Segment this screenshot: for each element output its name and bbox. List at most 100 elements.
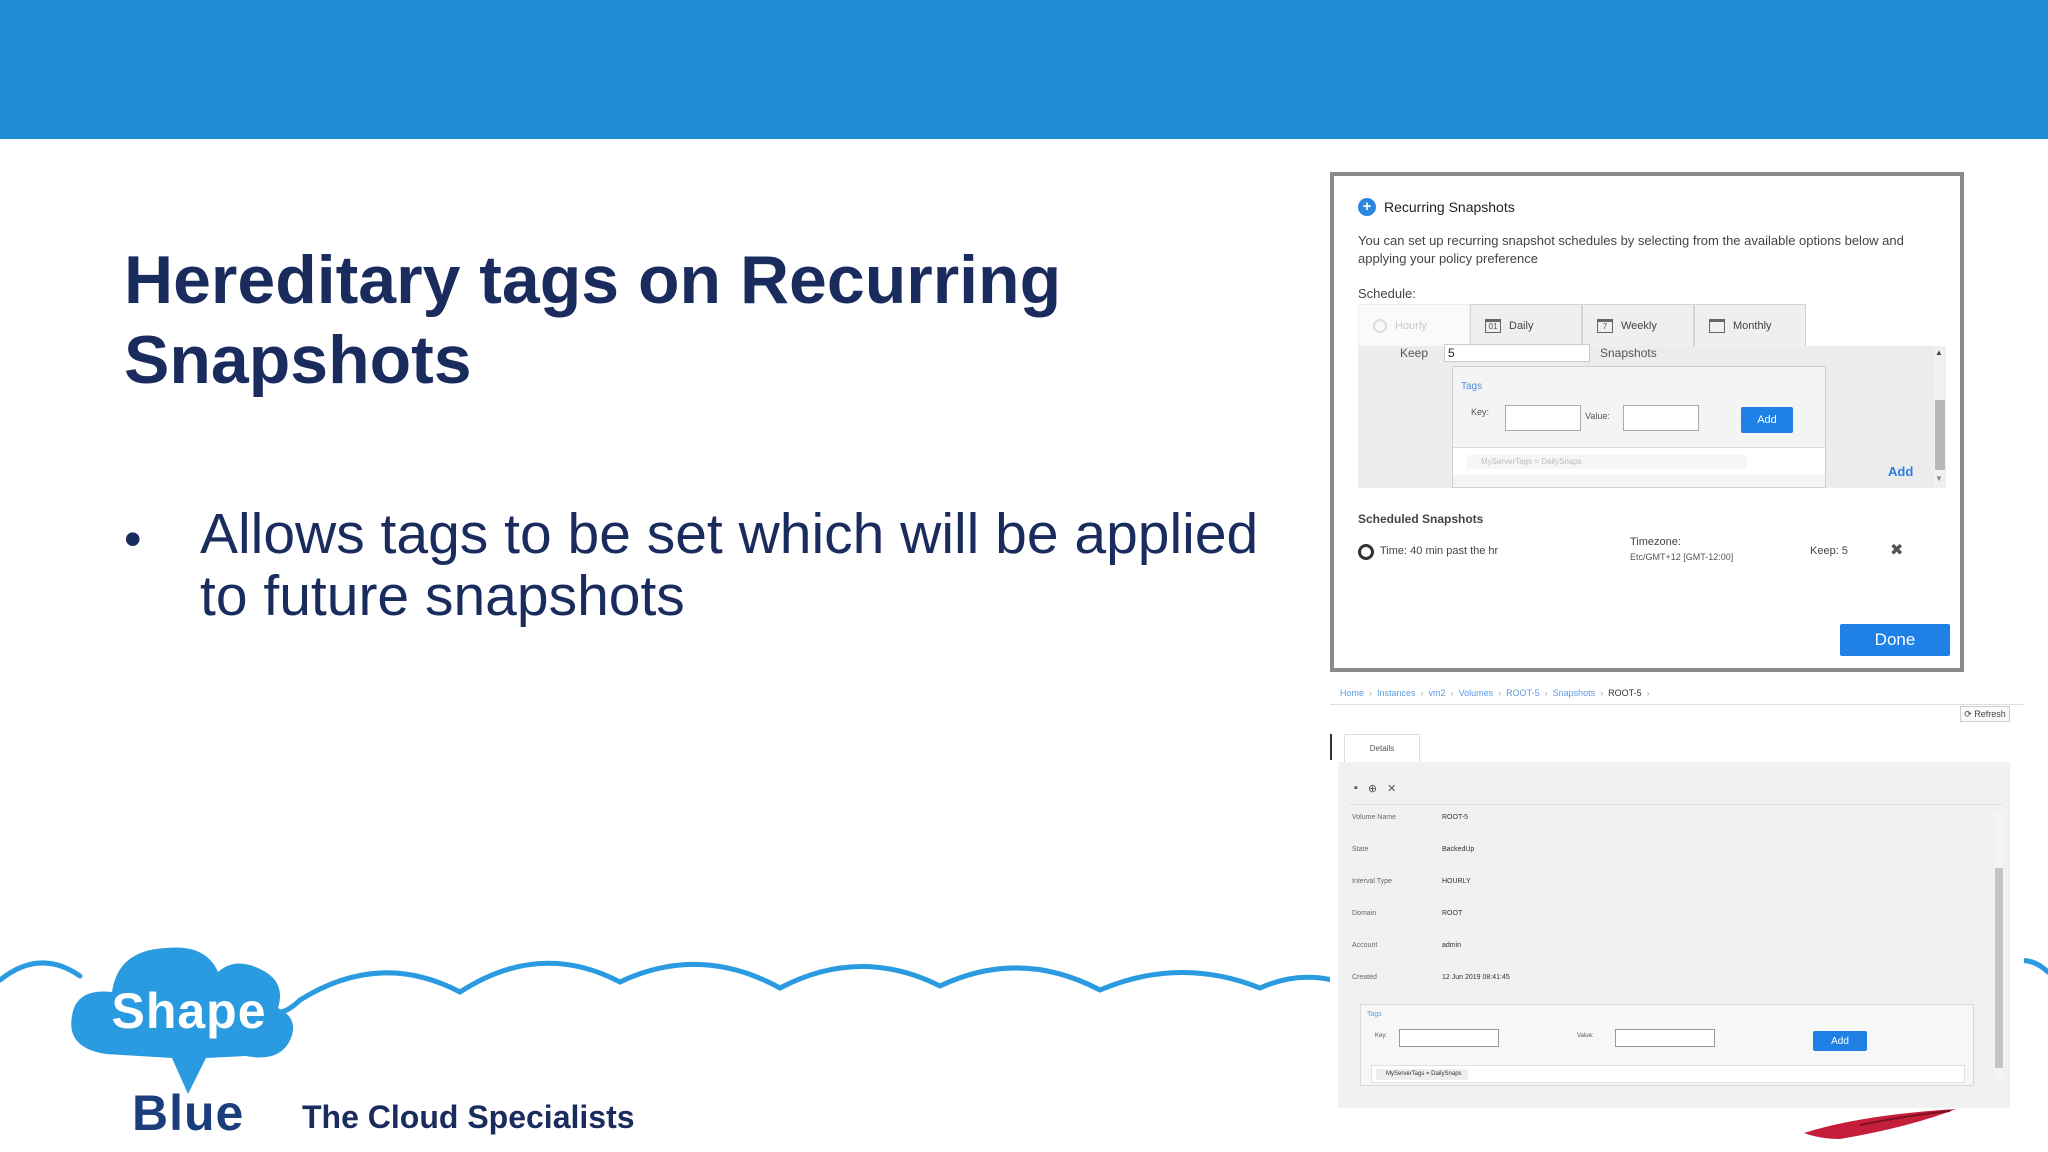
tab-hourly[interactable]: Hourly — [1358, 304, 1470, 346]
tag-list: MyServerTags = DailySnaps — [1453, 447, 1825, 475]
detail-label: State — [1352, 846, 1369, 853]
tag-key-input[interactable] — [1505, 405, 1581, 431]
tab-monthly-label: Monthly — [1733, 319, 1772, 332]
tab-details[interactable]: Details — [1344, 734, 1420, 762]
detail-row: Domain ROOT — [1352, 910, 1992, 930]
breadcrumb-vm[interactable]: vm2 — [1429, 688, 1446, 698]
detail-row: Interval Type HOURLY — [1352, 878, 1992, 898]
detail-value: ROOT-5 — [1442, 814, 1469, 821]
breadcrumb-volumes[interactable]: Volumes — [1459, 688, 1494, 698]
header-band — [0, 0, 2048, 139]
remove-schedule-icon[interactable]: ✖ — [1890, 540, 1903, 560]
scheduled-time: Time: 40 min past the hr — [1380, 545, 1499, 557]
apache-feather-logo — [1804, 1109, 1956, 1139]
add-tag-button[interactable]: Add — [1741, 407, 1793, 433]
detail-label: Volume Name — [1352, 814, 1396, 821]
detail-value: admin — [1442, 942, 1462, 949]
bullet-text: Allows tags to be set which will be appl… — [200, 502, 1259, 628]
bullet-marker: • — [124, 511, 142, 567]
dialog-title: + Recurring Snapshots — [1358, 198, 1515, 216]
clock-icon — [1373, 318, 1387, 333]
snapshot-details-view: Home › Instances › vm2 › Volumes › ROOT-5 › S… — [1330, 682, 2024, 1108]
detail-label: Created — [1352, 974, 1377, 981]
add-schedule-button[interactable]: Add — [1888, 464, 1913, 479]
dialog-title-text: Recurring Snapshots — [1384, 199, 1515, 215]
detail-value: BackedUp — [1442, 846, 1475, 853]
keep-unit: Snapshots — [1600, 346, 1657, 360]
breadcrumb-volume[interactable]: ROOT-5 — [1506, 688, 1540, 698]
keep-label: Keep — [1400, 346, 1429, 360]
add-circle-icon: + — [1358, 198, 1376, 216]
schedule-panel: Keep 5 Snapshots Tags Key: Value: Add My… — [1358, 344, 1946, 488]
tab-daily[interactable]: 01 Daily — [1470, 304, 1582, 346]
tags-title: Tags — [1461, 381, 1483, 392]
tags-title: Tags — [1367, 1011, 1382, 1018]
add-tag-button[interactable]: Add — [1813, 1031, 1867, 1051]
scrollbar-thumb[interactable] — [1995, 868, 2003, 1068]
scheduled-keep: Keep: 5 — [1810, 545, 1848, 557]
tag-value-label: Value: — [1585, 411, 1610, 421]
scrollbar-thumb[interactable] — [1935, 400, 1945, 470]
details-toolbar: ▪ ⊕ ✕ — [1354, 782, 1396, 795]
slide-title: Hereditary tags on Recurring Snapshots — [124, 242, 1062, 398]
refresh-button[interactable]: ⟳ Refresh — [1960, 706, 2010, 722]
breadcrumb-home[interactable]: Home — [1340, 688, 1364, 698]
tag-value-label: Value: — [1577, 1033, 1594, 1039]
tag-chip[interactable]: MyServerTags = DailySnaps — [1376, 1069, 1468, 1080]
tab-monthly[interactable]: Monthly — [1694, 304, 1806, 346]
dialog-description: You can set up recurring snapshot schedu… — [1358, 233, 1904, 266]
details-scrollbar[interactable] — [1994, 812, 2004, 1082]
detail-label: Interval Type — [1352, 878, 1392, 885]
calendar-icon: 7 — [1597, 318, 1613, 333]
detail-label: Domain — [1352, 910, 1377, 917]
tag-value-input[interactable] — [1615, 1029, 1715, 1047]
keep-input[interactable]: 5 — [1444, 344, 1590, 362]
breadcrumb-snapshots[interactable]: Snapshots — [1553, 688, 1596, 698]
clock-icon — [1358, 544, 1374, 560]
breadcrumb-instances[interactable]: Instances — [1377, 688, 1416, 698]
document-icon[interactable]: ▪ — [1354, 782, 1358, 795]
scheduled-snapshots-title: Scheduled Snapshots — [1358, 512, 1484, 526]
tab-weekly-label: Weekly — [1621, 319, 1657, 332]
details-tags-section: Tags Key: Value: Add MyServerTags = Dail… — [1360, 1004, 1974, 1086]
scroll-down-icon[interactable]: ▼ — [1935, 474, 1943, 483]
breadcrumb-current: ROOT-5 — [1608, 688, 1642, 698]
breadcrumb-divider — [1330, 704, 2024, 705]
tag-key-input[interactable] — [1399, 1029, 1499, 1047]
timezone-label: Timezone: — [1630, 536, 1681, 548]
schedule-label: Schedule: — [1358, 286, 1416, 301]
logo-shape-text: Shape — [111, 983, 267, 1039]
schedule-tabs: Hourly 01 Daily 7 Weekly Monthly — [1358, 304, 1806, 346]
tag-chip[interactable]: MyServerTags = DailySnaps — [1467, 455, 1747, 469]
done-button[interactable]: Done — [1840, 624, 1950, 656]
tag-list: MyServerTags = DailySnaps — [1371, 1065, 1965, 1083]
tags-section: Tags Key: Value: Add MyServerTags = Dail… — [1452, 366, 1826, 488]
detail-row: Volume Name ROOT-5 — [1352, 814, 1992, 834]
recurring-snapshots-dialog: + Recurring Snapshots You can set up rec… — [1330, 172, 1964, 672]
calendar-icon: 01 — [1485, 318, 1501, 333]
tagline: The Cloud Specialists — [302, 1099, 635, 1135]
detail-row: Created 12 Jun 2019 08:41:45 — [1352, 974, 1992, 994]
tag-value-input[interactable] — [1623, 405, 1699, 431]
scroll-up-icon[interactable]: ▲ — [1935, 348, 1943, 357]
detail-label: Account — [1352, 942, 1378, 949]
calendar-icon — [1709, 318, 1725, 333]
toolbar-divider — [1350, 804, 2002, 805]
detail-row: Account admin — [1352, 942, 1992, 962]
tab-daily-label: Daily — [1509, 319, 1534, 332]
timezone-value: Etc/GMT+12 [GMT-12:00] — [1630, 552, 1734, 562]
close-icon[interactable]: ✕ — [1387, 782, 1396, 795]
panel-scrollbar[interactable]: ▲ ▼ — [1934, 346, 1946, 488]
logo-blue-text: Blue — [132, 1085, 245, 1141]
breadcrumb: Home › Instances › vm2 › Volumes › ROOT-5 › S… — [1340, 688, 1650, 698]
detail-value: 12 Jun 2019 08:41:45 — [1442, 974, 1510, 981]
tag-key-label: Key: — [1375, 1033, 1388, 1039]
tab-hourly-label: Hourly — [1395, 319, 1427, 332]
detail-value: HOURLY — [1442, 878, 1471, 885]
detail-row: State BackedUp — [1352, 846, 1992, 866]
tab-weekly[interactable]: 7 Weekly — [1582, 304, 1694, 346]
add-circle-icon[interactable]: ⊕ — [1368, 782, 1377, 795]
tag-key-label: Key: — [1471, 407, 1490, 417]
cursor-marker — [1330, 734, 1332, 760]
detail-value: ROOT — [1442, 910, 1463, 917]
